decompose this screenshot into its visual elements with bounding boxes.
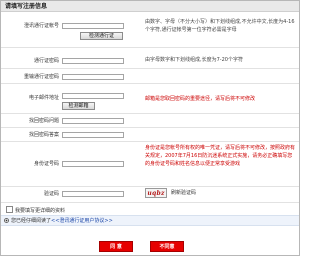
password-hint: 由字母数字和下划线组成,长度为7-20个字符 xyxy=(145,57,243,63)
agree-button[interactable]: 同 意 xyxy=(99,241,133,252)
agreement-bar: 您已经仔细阅读了<<澄讯通行证用户协议>> xyxy=(1,215,299,226)
security-answer-label: 找回密码答案 xyxy=(28,132,59,138)
email-input[interactable] xyxy=(62,93,124,99)
security-answer-input[interactable] xyxy=(62,132,124,138)
divider xyxy=(1,202,299,203)
divider xyxy=(1,47,299,48)
divider xyxy=(1,68,299,69)
password-label: 通行证密码 xyxy=(33,58,59,64)
repeat-password-input[interactable] xyxy=(62,74,124,80)
disagree-button[interactable]: 不同意 xyxy=(150,241,184,252)
captcha-input[interactable] xyxy=(62,191,124,197)
divider xyxy=(1,83,299,84)
captcha-label: 验证码 xyxy=(43,191,59,197)
divider xyxy=(1,113,299,114)
repeat-password-label: 重输通行证密码 xyxy=(23,74,59,80)
email-label: 电子邮件地址 xyxy=(28,95,59,101)
user-agreement-link[interactable]: <<澄讯通行证用户协议>> xyxy=(51,218,113,224)
password-input[interactable] xyxy=(62,58,124,64)
check-email-button[interactable]: 检测邮箱 xyxy=(62,102,95,110)
id-number-label: 身份证号码 xyxy=(33,161,59,167)
details-checkbox[interactable] xyxy=(6,206,13,213)
username-input[interactable] xyxy=(62,23,124,29)
security-question-label: 找回密码问题 xyxy=(28,118,59,124)
agree-prefix: 您已经仔细阅读了 xyxy=(11,218,52,224)
username-label: 澄讯通行证帐号 xyxy=(23,23,59,29)
id-number-input[interactable] xyxy=(62,161,124,167)
registration-form: 请填写注册信息 澄讯通行证帐号 检测通行证 由数字、字母（不分大小写）和下划线组… xyxy=(0,0,300,256)
details-checkbox-label: 我要填写更详细的资料 xyxy=(15,208,66,214)
check-username-button[interactable]: 检测通行证 xyxy=(80,32,123,40)
id-number-hint: 身份证是您帐号所有权的唯一凭证，请写后将不可修改，按照政府有关规定，2007年7… xyxy=(145,145,295,167)
divider xyxy=(1,127,299,128)
agree-radio[interactable] xyxy=(4,218,9,223)
refresh-captcha-link[interactable]: 刷新验证码 xyxy=(171,190,196,196)
username-hint: 由数字、字母（不分大小写）和下划线组成,不允许中文,长度为4-16个字符,通行证… xyxy=(145,19,295,33)
divider xyxy=(1,141,299,142)
form-header: 请填写注册信息 xyxy=(1,1,299,12)
details-checkbox-row[interactable]: 我要填写更详细的资料 xyxy=(6,206,65,214)
divider xyxy=(1,186,299,187)
security-question-input[interactable] xyxy=(62,118,124,124)
captcha-image[interactable]: uqbz xyxy=(145,188,167,198)
email-hint: 邮箱是您取回密码的重要途径，请写后将不可修改 xyxy=(145,96,256,102)
